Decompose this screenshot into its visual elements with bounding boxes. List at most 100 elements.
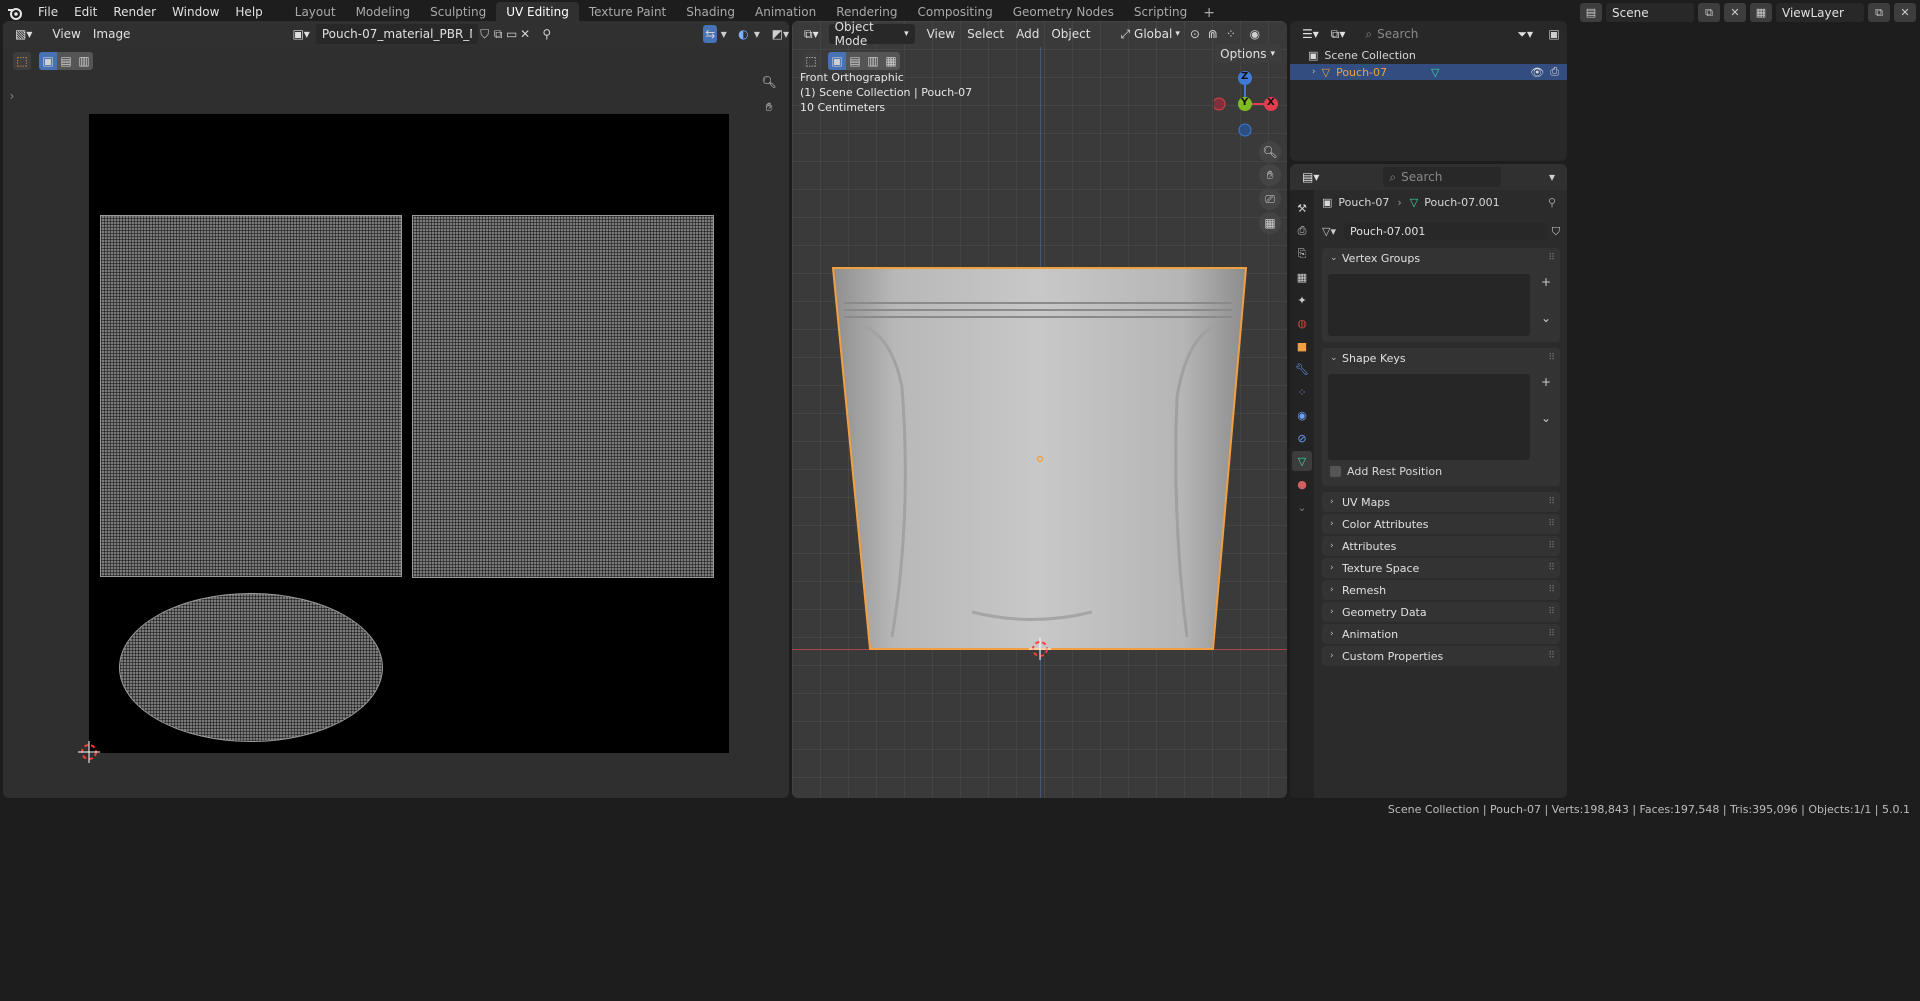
vertex-group-specials-icon[interactable]: ⌄ <box>1538 310 1554 326</box>
tab-compositing[interactable]: Compositing <box>907 2 1002 23</box>
3d-viewport[interactable]: ⧉▾ Object Mode ▾ View Select Add Object ⤢… <box>792 21 1287 798</box>
pin-icon[interactable]: ⚲ <box>540 25 554 43</box>
navigation-gizmo[interactable]: Z Y X <box>1212 71 1280 137</box>
view-layer-field[interactable]: ViewLayer <box>1776 3 1864 22</box>
2d-cursor-icon[interactable] <box>78 741 100 763</box>
vertex-group-add-button[interactable]: + <box>1538 274 1554 290</box>
outliner-search-input[interactable]: ⌕ Search <box>1359 24 1456 44</box>
select-tool-icon[interactable]: ⬚ <box>13 52 31 70</box>
uv-sync-dropdown-icon[interactable]: ▾ <box>717 25 731 43</box>
proportional-edit-icon[interactable]: ◉ <box>1246 25 1264 43</box>
outliner-row-scene-collection[interactable]: ▣ Scene Collection <box>1290 47 1567 63</box>
new-collection-icon[interactable]: ▣ <box>1545 25 1563 43</box>
image-browse-icon[interactable]: ▣▾ <box>286 24 315 44</box>
scene-type-icon[interactable]: ▤ <box>1580 3 1602 22</box>
image-name-field[interactable]: Pouch-07_material_PBR_Metalness <box>315 24 478 44</box>
world-tab-icon[interactable]: ◍ <box>1292 313 1312 333</box>
material-tab-icon[interactable]: ● <box>1292 474 1312 494</box>
viewport-editor-type-icon[interactable]: ⧉▾ <box>798 24 825 44</box>
orientation-dropdown[interactable]: ⤢ Global ▾ <box>1114 24 1185 44</box>
mesh-name-field[interactable]: Pouch-07.001 <box>1343 223 1548 240</box>
mesh-fake-user-icon[interactable]: ⛉ <box>1552 225 1560 239</box>
options-dropdown[interactable]: Options ▾ <box>1214 44 1281 63</box>
viewport-menu-view[interactable]: View <box>921 24 961 44</box>
uv-menu-image[interactable]: Image <box>87 24 137 44</box>
viewport-menu-object[interactable]: Object <box>1045 24 1096 44</box>
vertex-groups-header[interactable]: ⌄ Vertex Groups ⠿ <box>1322 248 1560 268</box>
tab-animation[interactable]: Animation <box>745 2 826 23</box>
tab-scripting[interactable]: Scripting <box>1124 2 1197 23</box>
shape-key-specials-icon[interactable]: ⌄ <box>1538 410 1554 426</box>
attributes-panel[interactable]: › Attributes ⠿ <box>1322 536 1560 556</box>
pan-hand-icon[interactable]: ✋︎ <box>760 98 778 116</box>
scene-name-field[interactable]: Scene <box>1606 3 1694 22</box>
tab-geometry-nodes[interactable]: Geometry Nodes <box>1003 2 1124 23</box>
view-layer-tab-icon[interactable]: ▦ <box>1292 267 1312 287</box>
mesh-data-tab-icon[interactable]: ▽ <box>1292 451 1312 471</box>
tab-rendering[interactable]: Rendering <box>826 2 907 23</box>
geometry-data-panel[interactable]: › Geometry Data ⠿ <box>1322 602 1560 622</box>
pivot-icon[interactable]: ⊙ <box>1186 25 1204 43</box>
texture-space-panel[interactable]: › Texture Space ⠿ <box>1322 558 1560 578</box>
new-view-layer-icon[interactable]: ⧉ <box>1868 3 1890 22</box>
animation-panel[interactable]: › Animation ⠿ <box>1322 624 1560 644</box>
zoom-icon[interactable]: 🔍︎ <box>760 73 778 91</box>
object-tab-icon[interactable]: ■ <box>1292 336 1312 356</box>
vertex-groups-list[interactable] <box>1328 274 1530 336</box>
tab-shading[interactable]: Shading <box>676 2 745 23</box>
fake-user-icon[interactable]: ⛉ <box>478 25 492 43</box>
properties-search-input[interactable]: ⌕ Search <box>1383 167 1502 187</box>
select-extend-icon[interactable]: ▤ <box>57 52 75 70</box>
viewport-pan-icon[interactable]: ✋︎ <box>1259 164 1281 186</box>
select-new-icon[interactable]: ▣ <box>39 52 57 70</box>
color-attributes-panel[interactable]: › Color Attributes ⠿ <box>1322 514 1560 534</box>
uv-menu-view[interactable]: View <box>46 24 86 44</box>
select-subtract-icon[interactable]: ▥ <box>75 52 93 70</box>
tab-modeling[interactable]: Modeling <box>346 2 421 23</box>
outliner-row-pouch[interactable]: › ▽ Pouch-07 ▽ 👁︎ ⎙ <box>1290 64 1567 80</box>
tab-texture-paint[interactable]: Texture Paint <box>579 2 676 23</box>
snap-target-icon[interactable]: ⁘ <box>1222 25 1240 43</box>
viewport-zoom-icon[interactable]: 🔍︎ <box>1259 141 1281 163</box>
custom-properties-panel[interactable]: › Custom Properties ⠿ <box>1322 646 1560 666</box>
viewport-select-new-icon[interactable]: ▣ <box>828 52 846 70</box>
particles-tab-icon[interactable]: ⁘ <box>1292 382 1312 402</box>
viewport-select-extend-icon[interactable]: ▤ <box>846 52 864 70</box>
outliner-editor-type-icon[interactable]: ☰▾ <box>1296 24 1325 44</box>
mesh-browse-icon[interactable]: ▽▾ <box>1322 225 1336 238</box>
add-workspace-button[interactable]: + <box>1197 5 1221 21</box>
camera-view-icon[interactable]: ⎚ <box>1259 188 1281 210</box>
unlink-image-icon[interactable]: ✕ <box>518 25 532 43</box>
shape-keys-header[interactable]: ⌄ Shape Keys ⠿ <box>1322 348 1560 368</box>
properties-pin-icon[interactable]: ⚲ <box>1548 196 1556 209</box>
output-tab-icon[interactable]: ⎘ <box>1292 244 1312 264</box>
delete-view-layer-icon[interactable]: ✕ <box>1894 3 1916 22</box>
filter-icon[interactable]: ⏷▾ <box>1511 24 1539 44</box>
overlay-icon[interactable]: ◐ <box>737 25 751 43</box>
render-tab-icon[interactable]: ⎙ <box>1292 221 1312 241</box>
viewport-select-tool-icon[interactable]: ⬚ <box>802 52 820 70</box>
view-layer-icon[interactable]: ▦ <box>1750 3 1772 22</box>
viewport-select-invert-icon[interactable]: ▦ <box>882 52 900 70</box>
new-image-icon[interactable]: ⧉ <box>491 25 505 43</box>
shape-keys-list[interactable] <box>1328 374 1530 460</box>
uv-maps-panel[interactable]: › UV Maps ⠿ <box>1322 492 1560 512</box>
3d-cursor-icon[interactable] <box>1029 638 1051 660</box>
pouch-mesh[interactable] <box>831 267 1248 651</box>
delete-scene-icon[interactable]: ✕ <box>1724 3 1746 22</box>
tab-layout[interactable]: Layout <box>285 2 346 23</box>
tab-uv-editing[interactable]: UV Editing <box>496 2 579 23</box>
snap-icon[interactable]: ⋒ <box>1204 25 1222 43</box>
more-tabs-icon[interactable]: ⌄ <box>1292 497 1312 517</box>
physics-tab-icon[interactable]: ◉ <box>1292 405 1312 425</box>
constraints-tab-icon[interactable]: ⊘ <box>1292 428 1312 448</box>
editor-type-icon[interactable]: ▧▾ <box>9 24 38 44</box>
scene-tab-icon[interactable]: ✦ <box>1292 290 1312 310</box>
uv-texture-canvas[interactable] <box>89 114 729 753</box>
modifier-tab-icon[interactable]: 🔧︎ <box>1292 359 1312 379</box>
viewport-menu-select[interactable]: Select <box>961 24 1010 44</box>
checkbox-box[interactable] <box>1330 466 1341 477</box>
toolbar-expand-icon[interactable]: › <box>3 87 21 105</box>
new-scene-icon[interactable]: ⧉ <box>1698 3 1720 22</box>
remesh-panel[interactable]: › Remesh ⠿ <box>1322 580 1560 600</box>
